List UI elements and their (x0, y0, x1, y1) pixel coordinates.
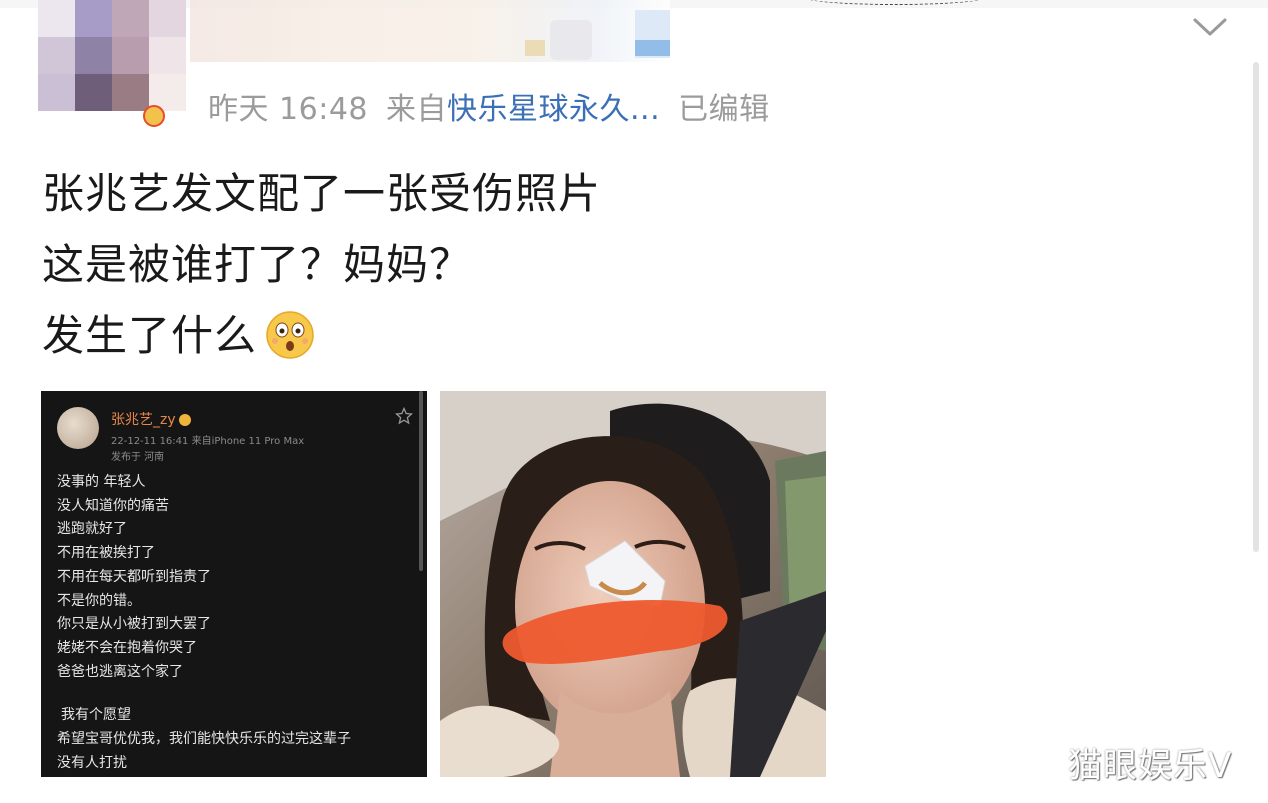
shocked-face-icon (266, 310, 314, 359)
screenshot-location: 发布于 河南 (111, 452, 165, 463)
screenshot-line: 我有个愿望 (61, 707, 131, 724)
screenshot-line: 姥姥不会在抱着你哭了 (57, 639, 197, 656)
post-image-screenshot[interactable]: 张兆艺_zy 22-12-11 16:41 来自iPhone 11 Pro Ma… (41, 391, 427, 777)
screenshot-text: 没事的 年轻人 没人知道你的痛苦 逃跑就好了 不用在被挨打了 不用在每天都听到指… (57, 471, 351, 775)
screenshot-timestamp: 22-12-11 16:41 来自iPhone 11 Pro Max (111, 436, 305, 447)
screenshot-line: 爸爸也逃离这个家了 (57, 663, 183, 680)
page-scrollbar[interactable] (1253, 62, 1259, 552)
post-body: 张兆艺发文配了一张受伤照片 这是被谁打了？妈妈？ 发生了什么 (42, 158, 601, 371)
verified-badge-icon (143, 105, 165, 127)
blurred-username[interactable] (190, 0, 670, 62)
screenshot-line: 不用在被挨打了 (57, 545, 155, 562)
post-meta: 昨天 16:48 来自快乐星球永久... 已编辑 (208, 84, 788, 128)
post-line-1: 张兆艺发文配了一张受伤照片 (42, 169, 602, 218)
blurred-avatar[interactable] (38, 0, 188, 112)
chevron-down-icon[interactable] (1192, 16, 1228, 38)
selfie-illustration (440, 391, 826, 777)
post-image-selfie[interactable] (440, 391, 826, 777)
screenshot-line: 逃跑就好了 (57, 521, 127, 538)
screenshot-line: 不是你的错。 (57, 592, 141, 609)
screenshot-line: 不用在每天都听到指责了 (57, 568, 211, 585)
screenshot-line: 没有人打扰 (57, 754, 127, 771)
post-line-3-text: 发生了什么 (42, 311, 258, 360)
screenshot-line: 没事的 年轻人 (57, 474, 146, 490)
post-time: 昨天 16:48 (208, 92, 368, 127)
edited-label[interactable]: 已编辑 (678, 92, 770, 127)
screenshot-line: 你只是从小被打到大罢了 (57, 616, 211, 633)
screenshot-scrollbar (419, 391, 423, 571)
screenshot-username: 张兆艺_zy (111, 409, 191, 429)
screenshot-line: 没人知道你的痛苦 (57, 497, 169, 514)
screenshot-line: 希望宝哥优优我，我们能快快乐乐的过完这辈子 (57, 731, 351, 748)
star-icon (395, 407, 413, 425)
screenshot-avatar (57, 407, 99, 449)
post-line-3: 发生了什么 (42, 300, 601, 371)
post-source-link[interactable]: 快乐星球永久... (447, 92, 660, 127)
post-line-2: 这是被谁打了？妈妈？ (42, 240, 473, 289)
source-prefix: 来自 (386, 92, 447, 127)
watermark: 猫眼娱乐V (1068, 746, 1233, 786)
vip-badge-icon (178, 414, 191, 426)
